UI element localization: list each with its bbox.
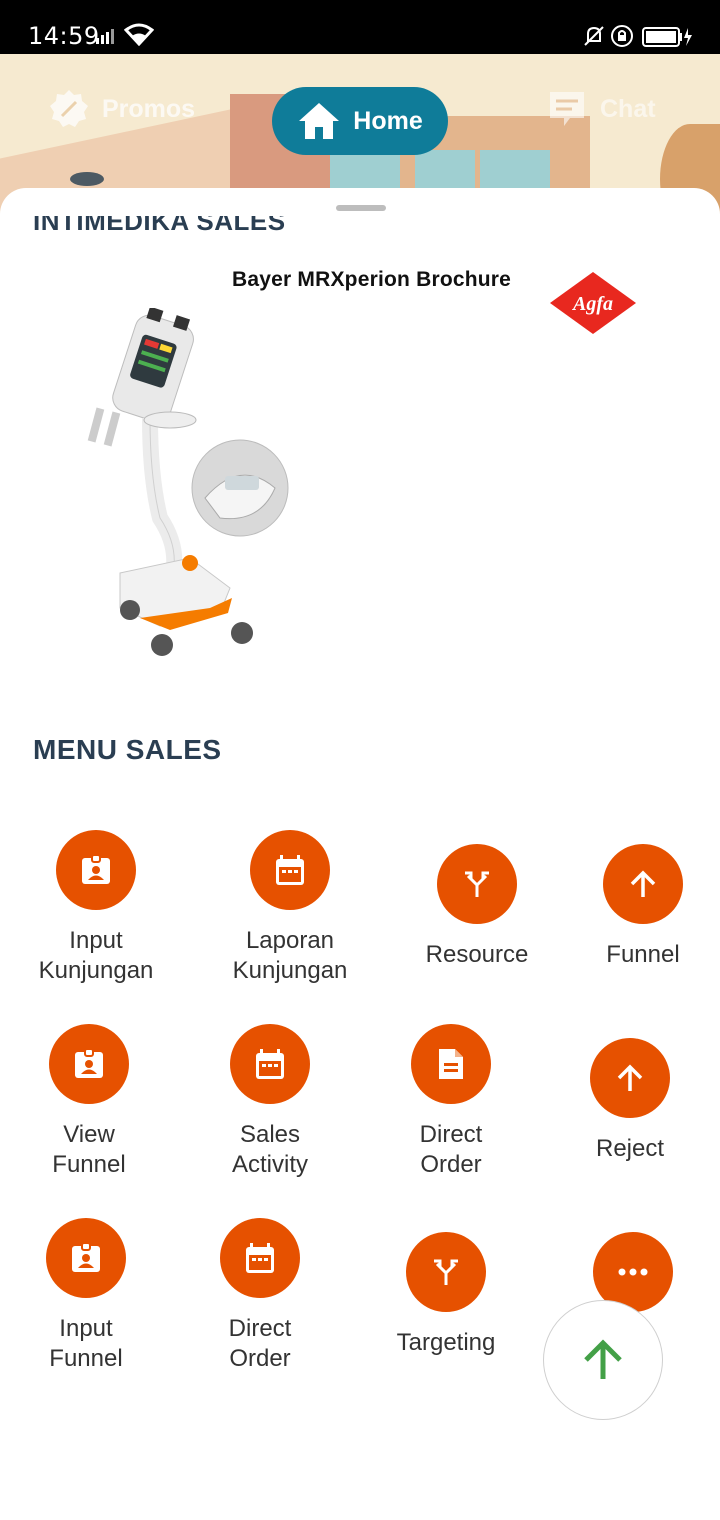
menu-label: Funnel xyxy=(606,941,680,968)
menu-label: View Funnel xyxy=(52,1121,126,1178)
nav-promos[interactable]: Promos xyxy=(48,88,195,130)
badge-icon xyxy=(46,1218,126,1298)
scroll-top-button[interactable] xyxy=(543,1300,663,1420)
injector-device-image xyxy=(87,308,289,656)
calendar-icon xyxy=(220,1218,300,1298)
nav-home[interactable]: Home xyxy=(272,87,448,155)
agfa-logo: Agfa xyxy=(550,272,636,334)
menu-input-kunjungan[interactable]: Input Kunjungan xyxy=(16,830,176,986)
menu-funnel[interactable]: Funnel xyxy=(563,844,720,970)
menu-label: Input Funnel xyxy=(49,1315,123,1372)
menu-resource[interactable]: Resource xyxy=(397,844,557,970)
status-bar: 14:59 xyxy=(0,0,720,54)
menu-label: Reject xyxy=(595,1135,665,1162)
menu-laporan-kunjungan[interactable]: Laporan Kunjungan xyxy=(210,830,370,986)
brochure-banner[interactable]: Bayer MRXperion Brochure Agfa xyxy=(60,258,660,678)
menu-targeting[interactable]: Targeting xyxy=(366,1232,526,1358)
merge-icon xyxy=(406,1232,486,1312)
menu-input-funnel[interactable]: Input Funnel xyxy=(6,1218,166,1374)
menu-more[interactable] xyxy=(553,1232,713,1312)
signal-icon xyxy=(96,29,114,44)
home-icon xyxy=(299,103,340,139)
nav-chat-label: Chat xyxy=(600,94,656,123)
arrow-up-icon xyxy=(584,1339,622,1379)
battery-icon xyxy=(642,27,692,47)
calendar-icon xyxy=(250,830,330,910)
menu-view-funnel[interactable]: View Funnel xyxy=(9,1024,169,1180)
wifi-icon xyxy=(124,23,154,46)
brochure-title: Bayer MRXperion Brochure xyxy=(232,268,512,291)
menu-label: Targeting xyxy=(396,1329,496,1356)
menu-label: Input Kunjungan xyxy=(38,927,154,984)
status-time: 14:59 xyxy=(28,22,100,50)
menu-reject[interactable]: Reject xyxy=(550,1038,710,1164)
document-icon xyxy=(411,1024,491,1104)
rotation-lock-icon xyxy=(611,25,633,47)
menu-direct-order-2[interactable]: Direct Order xyxy=(180,1218,340,1374)
section-title-container: INTIMEDIKA SALES xyxy=(33,216,286,244)
merge-icon xyxy=(437,844,517,924)
menu-title: MENU SALES xyxy=(33,734,222,765)
calendar-icon xyxy=(230,1024,310,1104)
nav-chat[interactable]: Chat xyxy=(546,88,656,130)
menu-label: Resource xyxy=(425,941,529,968)
svg-text:Agfa: Agfa xyxy=(571,293,613,315)
promo-tag-icon xyxy=(50,90,88,127)
drag-handle[interactable] xyxy=(336,205,386,211)
section-title: INTIMEDIKA SALES xyxy=(33,216,286,236)
menu-sales-activity[interactable]: Sales Activity xyxy=(190,1024,350,1180)
menu-label: Sales Activity xyxy=(231,1121,308,1178)
nav-home-label: Home xyxy=(353,106,423,135)
bell-off-icon xyxy=(584,26,604,46)
menu-label: Direct Order xyxy=(228,1315,292,1372)
menu-label: Direct Order xyxy=(419,1121,483,1178)
arrow-up-icon xyxy=(590,1038,670,1118)
chat-icon xyxy=(550,92,584,126)
arrow-up-icon xyxy=(603,844,683,924)
badge-icon xyxy=(56,830,136,910)
badge-icon xyxy=(49,1024,129,1104)
menu-label: Laporan Kunjungan xyxy=(232,927,348,984)
menu-direct-order[interactable]: Direct Order xyxy=(371,1024,531,1180)
nav-promos-label: Promos xyxy=(102,94,196,123)
